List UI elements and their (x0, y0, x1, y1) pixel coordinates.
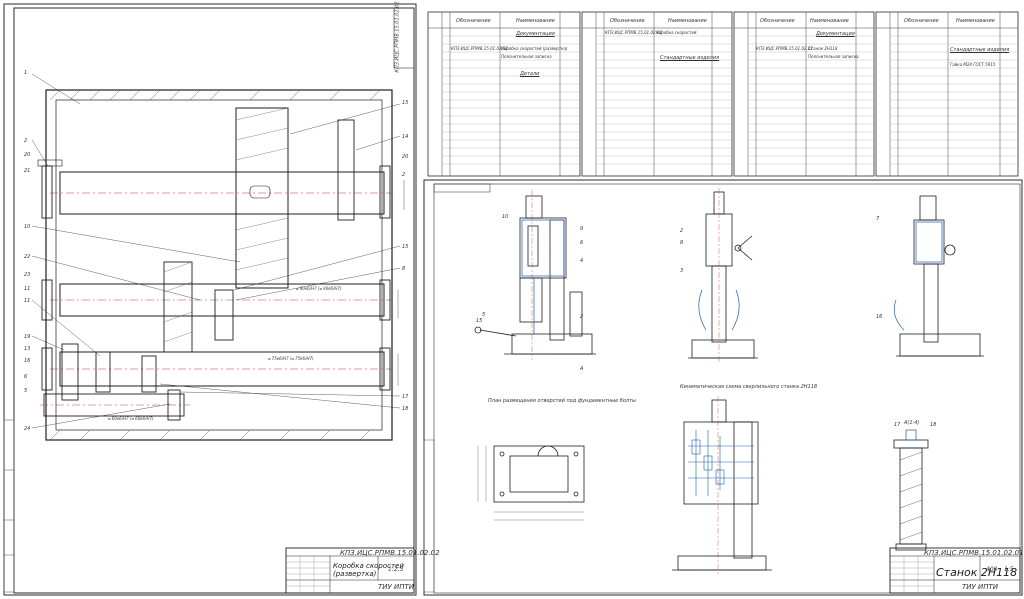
svg-text:20: 20 (24, 152, 30, 158)
spec2-col-name: Наименование (668, 18, 707, 24)
svg-text:13: 13 (24, 346, 30, 352)
drawing-viewer-canvas: 1 2 10 22 11 19 24 15 14 15 8 17 18 20 21 23 11 13… (0, 0, 1024, 599)
svg-text:15: 15 (476, 318, 482, 324)
right-organization: ТИУ ИПТИ (962, 583, 999, 591)
svg-text:20: 20 (402, 154, 408, 160)
svg-text:16: 16 (876, 314, 882, 320)
spec1-row1-code: КПЗ.ИЦС.РПМВ.15.01.02.02 (451, 46, 508, 51)
machine-side-view (688, 191, 758, 359)
svg-text:⌀ 90к6/H7 (⌀ 90k6/H7): ⌀ 90к6/H7 (⌀ 90k6/H7) (296, 286, 342, 291)
svg-text:2: 2 (580, 314, 583, 320)
svg-text:21: 21 (24, 168, 30, 174)
svg-text:8: 8 (402, 266, 405, 272)
spec1-row2-name: Пояснительная записка (501, 54, 552, 59)
spec4-col-designation: Обозначение (904, 18, 939, 24)
spec2-col-designation: Обозначение (610, 18, 645, 24)
spec4-row1-name: Гайка М24 ГОСТ 5915 (950, 62, 996, 67)
spec4-section-std: Стандартные изделия (950, 47, 1010, 53)
right-scale: 1:5 (1004, 566, 1014, 573)
spec2-row1-code: КПЗ.ИЦС.РПМВ.15.01.02.02 (605, 30, 662, 35)
spec1-col-name: Наименование (516, 18, 555, 24)
spec3-col-name: Наименование (810, 18, 849, 24)
spec4-col-name: Наименование (956, 18, 995, 24)
svg-text:10: 10 (502, 214, 508, 220)
svg-text:2: 2 (402, 172, 405, 178)
svg-text:22: 22 (24, 254, 30, 260)
svg-text:11: 11 (24, 286, 30, 292)
svg-text:4: 4 (580, 258, 583, 264)
left-title-line2: (развертка) (333, 570, 377, 578)
right-doc-code: КПЗ.ИЦС.РПМВ.15.01.02.01 (924, 549, 1024, 557)
machine-sheet: 10 9 6 4 2 5 15 2 8 3 7 16 A 17 18 (423, 11, 1023, 596)
spec3-section-docs: Документация (816, 31, 855, 37)
svg-text:⌀ 60к6/H7 (⌀ 60k6/H7): ⌀ 60к6/H7 (⌀ 60k6/H7) (108, 416, 154, 421)
svg-text:⌀ 75к6/H7 (⌀ 75k6/H7): ⌀ 75к6/H7 (⌀ 75k6/H7) (268, 356, 314, 361)
gearbox-sheet: 1 2 10 22 11 19 24 15 14 15 8 17 18 20 21 23 11 13… (3, 3, 417, 596)
svg-text:15: 15 (402, 244, 408, 250)
svg-text:2: 2 (680, 228, 683, 234)
section-a-detail (893, 439, 929, 551)
spec1-section-parts: Детали (520, 71, 540, 77)
spec1-row1-name: Коробка скоростей (развертка) (501, 46, 568, 51)
svg-text:2: 2 (24, 138, 27, 144)
svg-text:16: 16 (24, 358, 30, 364)
svg-text:5: 5 (482, 312, 485, 318)
svg-text:14: 14 (402, 134, 408, 140)
svg-text:15: 15 (402, 100, 408, 106)
svg-text:1: 1 (24, 70, 27, 76)
foundation-plan-caption: План размещения отверстий под фундаментн… (488, 398, 636, 404)
svg-text:19: 19 (24, 334, 30, 340)
svg-text:5: 5 (24, 388, 27, 394)
left-organization: ТИУ ИПТИ (378, 583, 415, 591)
left-scale: 1:2,5 (388, 566, 404, 573)
spec2-row1-name: Коробка скоростей (656, 30, 697, 35)
svg-text:18: 18 (402, 406, 408, 412)
svg-text:24: 24 (24, 426, 30, 432)
svg-text:17: 17 (894, 422, 901, 428)
svg-text:17: 17 (402, 394, 409, 400)
svg-text:A: A (579, 366, 584, 372)
spec3-row1-code: КПЗ.ИЦС.РПМВ.15.01.02.01 (756, 46, 813, 51)
spec3-col-designation: Обозначение (760, 18, 795, 24)
svg-text:23: 23 (24, 272, 30, 278)
svg-text:6: 6 (24, 374, 27, 380)
spec3-row2-name: Пояснительная записка (808, 54, 859, 59)
right-mass: 400 (986, 566, 998, 573)
machine-right-view (896, 195, 984, 357)
foundation-plan (493, 445, 585, 503)
svg-text:11: 11 (24, 298, 30, 304)
spec3-row1-name: Станок 2Н118 (808, 46, 838, 51)
section-a-label: А(1:4) (904, 420, 920, 426)
left-side-code: КПЗ.ИЦС.РПМВ.15.01.02.02 (394, 1, 401, 73)
kinematic-scheme (672, 399, 772, 571)
svg-text:10: 10 (24, 224, 30, 230)
svg-text:6: 6 (580, 240, 583, 246)
spec1-section-docs: Документация (516, 31, 555, 37)
svg-text:3: 3 (680, 268, 683, 274)
kinematic-scheme-caption: Кинематическая схема сверлильного станка… (680, 384, 818, 390)
spec2-section-std: Стандартные изделия (660, 55, 720, 61)
svg-text:7: 7 (876, 216, 880, 222)
spec1-col-designation: Обозначение (456, 18, 491, 24)
svg-text:8: 8 (680, 240, 683, 246)
svg-text:18: 18 (930, 422, 936, 428)
svg-text:9: 9 (580, 226, 583, 232)
